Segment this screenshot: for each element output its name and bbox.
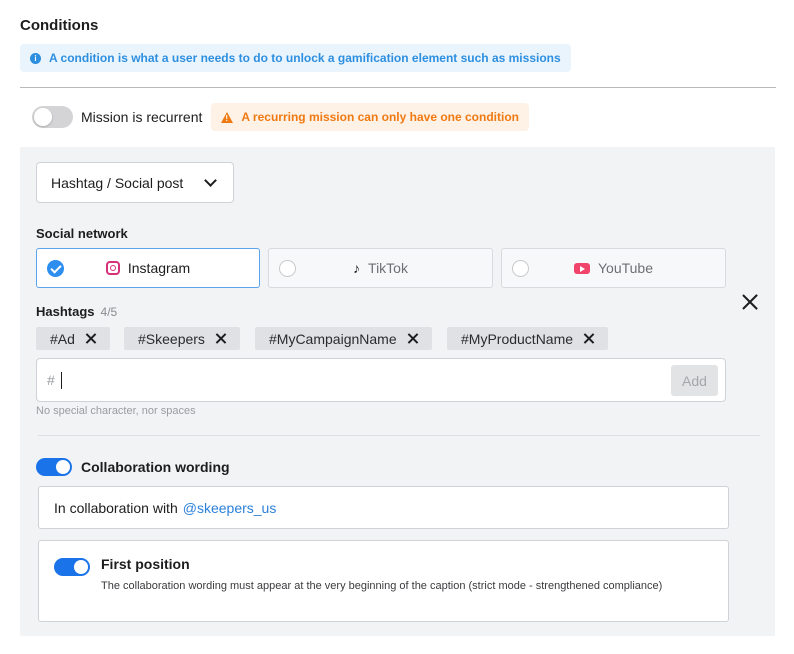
hashtag-input[interactable]: # Add: [36, 358, 726, 402]
hashtags-label: Hashtags 4/5: [36, 304, 117, 319]
collaboration-wording-field[interactable]: In collaboration with @skeepers_us: [38, 486, 729, 529]
hashtag-chip: #Ad: [36, 327, 110, 350]
condition-panel: Hashtag / Social post Social network Ins…: [20, 147, 775, 636]
toggle-knob: [34, 108, 52, 126]
text-caret: [60, 371, 63, 389]
first-position-title: First position: [101, 556, 190, 572]
hashtags-count: 4/5: [100, 305, 118, 319]
hashtag-hint: No special character, nor spaces: [36, 405, 196, 417]
section-divider: [20, 87, 776, 88]
hashtag-chip-label: #Ad: [50, 330, 75, 347]
warning-triangle-icon: !: [221, 111, 234, 123]
toggle-knob: [74, 560, 88, 574]
remove-tag-icon[interactable]: [583, 333, 594, 344]
collaboration-prefix: In collaboration with: [54, 499, 178, 516]
social-network-label: Social network: [36, 226, 128, 241]
first-position-description: The collaboration wording must appear at…: [101, 580, 663, 592]
collaboration-mention: @skeepers_us: [182, 499, 277, 516]
first-position-box: First position The collaboration wording…: [38, 540, 729, 622]
chevron-down-icon: [204, 174, 217, 187]
hashtag-chip: #Skeepers: [124, 327, 240, 350]
hashtag-prefix: #: [47, 372, 55, 388]
recurrent-toggle[interactable]: [32, 106, 73, 128]
social-option-tiktok[interactable]: ♪ TikTok: [268, 248, 493, 288]
social-option-youtube[interactable]: YouTube: [501, 248, 726, 288]
section-title: Conditions: [20, 17, 99, 34]
hashtag-chip-label: #Skeepers: [138, 330, 205, 347]
condition-type-value: Hashtag / Social post: [51, 174, 184, 191]
hashtag-chip: #MyProductName: [447, 327, 609, 350]
recurrent-row: Mission is recurrent ! A recurring missi…: [32, 103, 529, 131]
hashtag-chip: #MyCampaignName: [255, 327, 432, 350]
tiktok-icon: ♪: [353, 260, 361, 276]
remove-tag-icon[interactable]: [215, 333, 226, 344]
remove-tag-icon[interactable]: [85, 333, 96, 344]
toggle-knob: [56, 460, 70, 474]
condition-type-select[interactable]: Hashtag / Social post: [36, 162, 234, 203]
recurrent-label: Mission is recurrent: [81, 109, 203, 125]
social-option-label: YouTube: [597, 260, 653, 276]
info-circle-icon: i: [30, 52, 41, 64]
hashtags-title: Hashtags: [36, 304, 95, 319]
first-position-toggle[interactable]: [54, 558, 90, 576]
warning-banner: ! A recurring mission can only have one …: [211, 103, 529, 131]
social-option-label: TikTok: [368, 260, 408, 276]
info-banner: i A condition is what a user needs to do…: [20, 44, 571, 72]
info-banner-text: A condition is what a user needs to do t…: [49, 51, 561, 65]
hashtag-chip-label: #MyProductName: [461, 330, 574, 347]
collaboration-toggle[interactable]: [36, 458, 72, 476]
instagram-icon: [105, 261, 120, 275]
remove-condition-icon[interactable]: [740, 292, 760, 312]
social-option-instagram[interactable]: Instagram: [36, 248, 260, 288]
collaboration-title: Collaboration wording: [81, 459, 230, 475]
panel-divider: [38, 435, 760, 436]
collaboration-row: Collaboration wording: [36, 458, 230, 476]
hashtag-chip-label: #MyCampaignName: [269, 330, 397, 347]
remove-tag-icon[interactable]: [407, 333, 418, 344]
social-option-label: Instagram: [127, 260, 191, 276]
add-hashtag-button[interactable]: Add: [671, 365, 718, 396]
warning-text: A recurring mission can only have one co…: [241, 110, 519, 124]
youtube-icon: [573, 262, 590, 274]
